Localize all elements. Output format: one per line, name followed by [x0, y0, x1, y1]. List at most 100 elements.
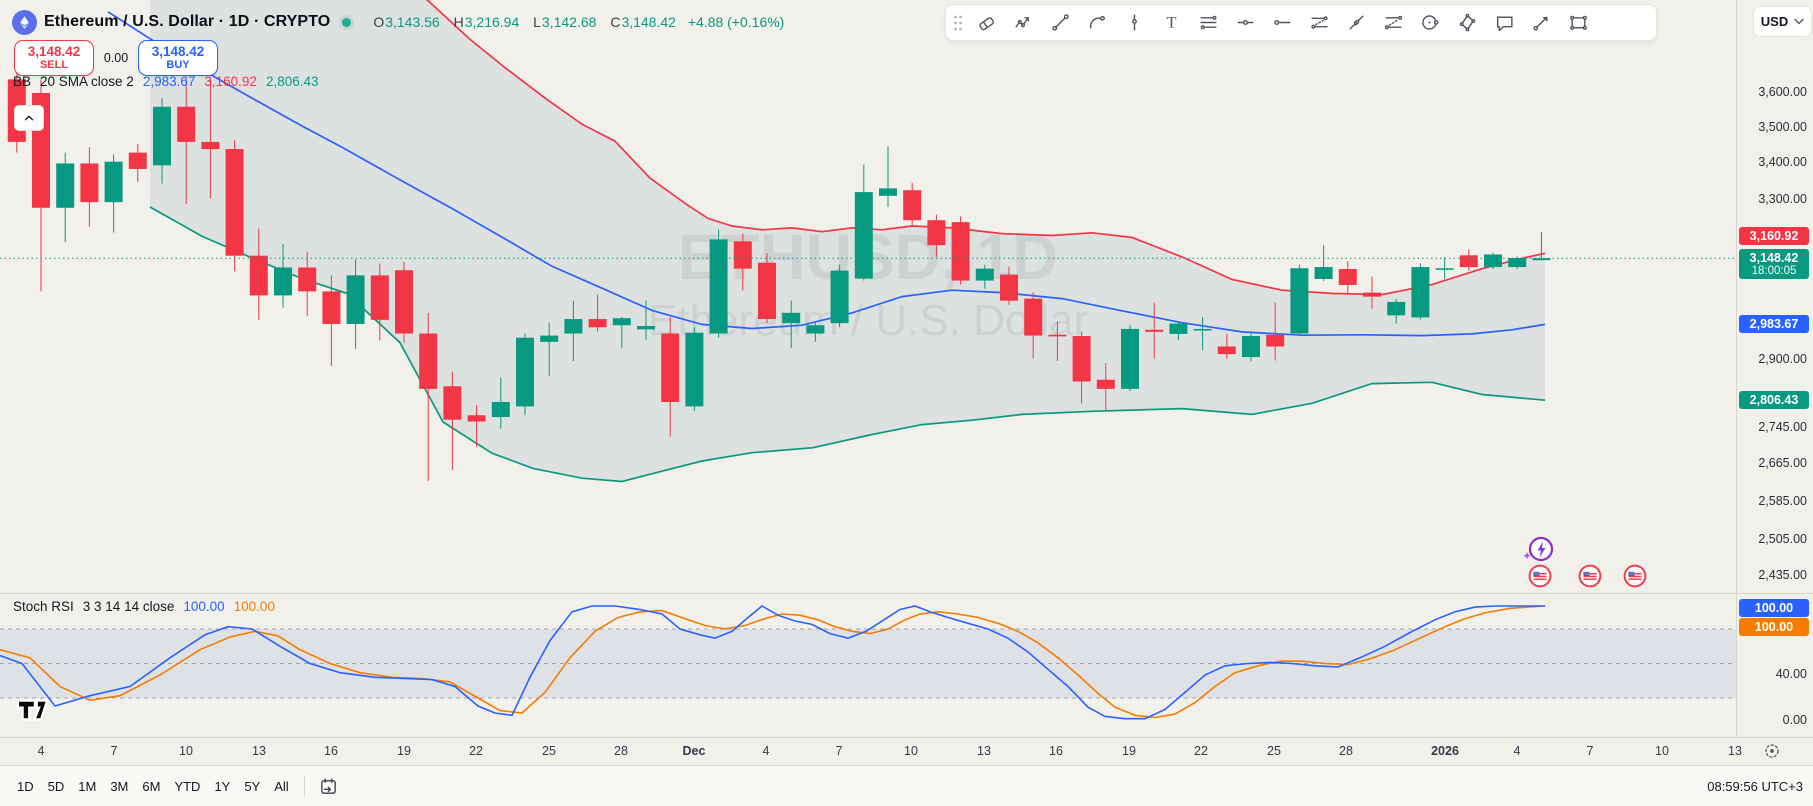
time-axis-label: 7	[835, 744, 843, 758]
change-value: +4.88 (+0.16%)	[687, 14, 785, 30]
bb-mid-value: 2,983.67	[142, 74, 196, 89]
range-button-5d[interactable]: 5D	[41, 774, 72, 799]
toolbar-tool-flat-channel[interactable]	[1375, 8, 1412, 38]
candle-body	[1072, 336, 1091, 382]
candle-body	[1411, 267, 1430, 318]
chevron-up-icon	[24, 115, 34, 121]
clock-timezone[interactable]: 08:59:56 UTC+3	[1707, 779, 1803, 794]
toolbar-tool-rectangle[interactable]	[1560, 8, 1597, 38]
close-value: 3,148.42	[621, 14, 676, 30]
price-axis-label: 2,505.00	[1758, 532, 1807, 546]
stoch-d-value: 100.00	[233, 599, 275, 614]
pane-divider[interactable]	[0, 593, 1813, 594]
ohlc-values: O3,143.56 H3,216.94 L3,142.68 C3,148.42 …	[363, 14, 784, 30]
tradingview-logo[interactable]	[16, 697, 50, 723]
stoch-rsi-legend[interactable]: Stoch RSI 3 3 14 14 close 100.00 100.00	[13, 599, 275, 614]
range-button-ytd[interactable]: YTD	[167, 774, 207, 799]
range-button-6m[interactable]: 6M	[135, 774, 167, 799]
order-panel: 3,148.42 SELL 0.00 3,148.42 BUY	[14, 40, 218, 76]
horizontal-lines-icon	[1200, 15, 1217, 30]
price-axis-label: 2,665.00	[1758, 456, 1807, 470]
main-pane[interactable]	[0, 0, 1736, 483]
price-axis-label: 3,400.00	[1758, 155, 1807, 169]
price-badge: 2,806.43	[1739, 391, 1809, 409]
toolbar-tool-horizontal-ray[interactable]	[1264, 8, 1301, 38]
range-button-3m[interactable]: 3M	[103, 774, 135, 799]
buy-button[interactable]: 3,148.42 BUY	[138, 40, 218, 76]
legend-collapse-button[interactable]	[14, 105, 44, 131]
toolbar-tool-trend-line[interactable]	[1042, 8, 1079, 38]
market-status-icon[interactable]	[342, 17, 352, 27]
time-axis-label: 16	[324, 744, 338, 758]
currency-toggle-button[interactable]: USD	[1753, 6, 1812, 37]
candle-body	[370, 275, 389, 320]
eraser-icon	[979, 17, 995, 31]
toolbar-tool-vertical-line[interactable]	[1116, 8, 1153, 38]
candle-body	[1484, 254, 1502, 268]
candle-body	[1024, 298, 1043, 336]
sell-button[interactable]: 3,148.42 SELL	[14, 40, 94, 76]
candle-body	[1387, 301, 1406, 316]
chevron-down-icon	[1794, 18, 1804, 25]
economic-event-us-flag-icon[interactable]	[1528, 564, 1552, 588]
countdown-timer: 18:00:05	[1751, 265, 1797, 277]
open-label: O	[373, 14, 385, 30]
time-axis-label: Dec	[682, 744, 706, 758]
axis-settings-icon[interactable]	[1763, 742, 1781, 760]
candle-body	[128, 152, 147, 169]
toolbar-tool-rotated-rectangle[interactable]	[1449, 8, 1486, 38]
economic-event-us-flag-icon[interactable]	[1623, 564, 1647, 588]
toolbar-tool-comment[interactable]	[1486, 8, 1523, 38]
footer-toolbar: 1D 5D 1M 3M 6M YTD 1Y 5Y All 08:59:56 UTC+3	[0, 765, 1813, 806]
trend-line-icon	[1052, 14, 1069, 31]
close-label: C	[610, 14, 621, 30]
toolbar-tool-circle[interactable]	[1412, 8, 1449, 38]
symbol-title[interactable]: Ethereum / U.S. Dollar · 1D · CRYPTO	[44, 13, 330, 31]
candle-body	[927, 220, 946, 246]
stoch-k-value: 100.00	[183, 599, 225, 614]
time-axis-label: 22	[469, 744, 483, 758]
toolbar-tool-horizontal-line[interactable]	[1227, 8, 1264, 38]
horizontal-line-icon	[1237, 20, 1254, 25]
range-button-all[interactable]: All	[267, 774, 295, 799]
candle-body	[830, 270, 849, 324]
toolbar-tool-arrow-marker[interactable]	[1523, 8, 1560, 38]
toolbar-tool-parallel-channel[interactable]	[1301, 8, 1338, 38]
candle-body	[733, 241, 752, 269]
candle-body	[1169, 323, 1188, 334]
time-axis-label: 22	[1194, 744, 1208, 758]
stoch-axis-label: 0.00	[1782, 713, 1807, 727]
bb-params: 20 SMA close 2	[40, 74, 134, 89]
candle-body	[1290, 268, 1309, 334]
candle-body	[758, 262, 776, 320]
candle-body	[1314, 267, 1333, 279]
chart-canvas[interactable]	[0, 0, 1813, 806]
go-to-date-button[interactable]	[313, 774, 344, 799]
toolbar-drag-handle-icon[interactable]	[952, 13, 966, 33]
price-axis-border	[1736, 0, 1737, 737]
calendar-icon	[320, 777, 336, 794]
toolbar-tool-polyline[interactable]	[1005, 8, 1042, 38]
toolbar-tool-text[interactable]: T	[1153, 8, 1190, 38]
candle-body	[854, 192, 873, 279]
range-button-1d[interactable]: 1D	[10, 774, 41, 799]
candle-body	[709, 239, 728, 334]
text-icon: T	[1167, 14, 1177, 32]
toolbar-tool-brush[interactable]	[1079, 8, 1116, 38]
candle-body	[1121, 328, 1139, 389]
range-button-1m[interactable]: 1M	[71, 774, 103, 799]
candle-body	[1363, 292, 1381, 297]
toolbar-tool-disjoint-lines[interactable]	[1338, 8, 1375, 38]
stoch-pane[interactable]	[0, 605, 1736, 720]
range-button-1y[interactable]: 1Y	[207, 774, 237, 799]
toolbar-tool-eraser[interactable]	[968, 8, 1005, 38]
candle-body	[1145, 329, 1164, 332]
candle-body	[346, 275, 365, 324]
economic-event-us-flag-icon[interactable]	[1578, 564, 1602, 588]
toolbar-tool-horizontal-lines[interactable]	[1190, 8, 1227, 38]
stoch-axis-label: 40.00	[1775, 667, 1807, 681]
time-axis-label: 16	[1049, 744, 1063, 758]
range-button-5y[interactable]: 5Y	[237, 774, 267, 799]
price-axis-label: 2,435.00	[1758, 568, 1807, 582]
bb-indicator-legend[interactable]: BB 20 SMA close 2 2,983.67 3,160.92 2,80…	[13, 74, 319, 89]
